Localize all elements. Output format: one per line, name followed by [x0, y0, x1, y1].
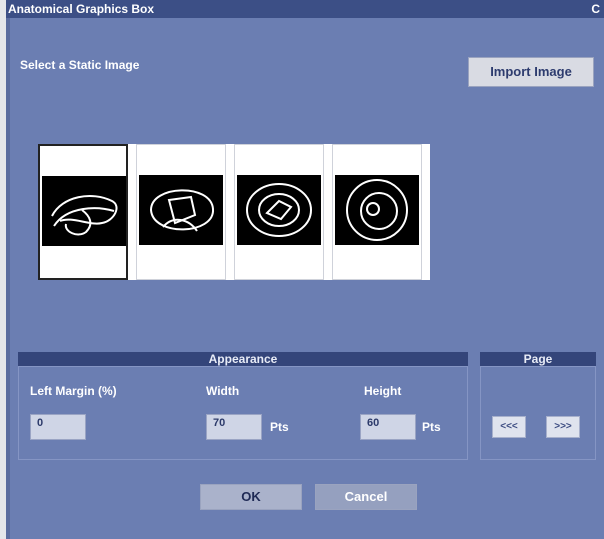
next-page-button[interactable]: >>>	[546, 416, 580, 438]
close-button[interactable]: C	[590, 0, 600, 18]
thumbnail-image	[237, 175, 321, 245]
image-gallery	[38, 144, 430, 280]
title-bar[interactable]: Anatomical Graphics Box C	[6, 0, 604, 18]
appearance-header: Appearance	[18, 352, 468, 366]
thumbnail-image	[139, 175, 223, 245]
height-unit: Pts	[422, 420, 441, 434]
select-image-label: Select a Static Image	[20, 58, 140, 72]
prev-page-button[interactable]: <<<	[492, 416, 526, 438]
cardiac-image-icon	[346, 179, 408, 241]
left-margin-label: Left Margin (%)	[30, 384, 117, 398]
cardiac-image-icon	[246, 183, 312, 237]
page-section	[480, 366, 596, 460]
ok-button[interactable]: OK	[200, 484, 302, 510]
cancel-button[interactable]: Cancel	[315, 484, 417, 510]
width-input[interactable]: 70	[206, 414, 262, 440]
height-label: Height	[364, 384, 402, 398]
height-input[interactable]: 60	[360, 414, 416, 440]
thumbnail-3[interactable]	[234, 144, 324, 280]
width-label: Width	[206, 384, 240, 398]
left-margin-input[interactable]: 0	[30, 414, 86, 440]
thumbnail-4[interactable]	[332, 144, 422, 280]
width-unit: Pts	[270, 420, 289, 434]
window-title: Anatomical Graphics Box	[8, 2, 155, 16]
anatomical-graphics-dialog: Anatomical Graphics Box C Select a Stati…	[6, 0, 604, 539]
cardiac-image-icon	[149, 189, 215, 232]
import-image-button[interactable]: Import Image	[468, 57, 594, 87]
thumbnail-image	[42, 176, 126, 246]
thumbnail-1[interactable]	[38, 144, 128, 280]
left-edge	[6, 18, 10, 539]
thumbnail-2[interactable]	[136, 144, 226, 280]
page-header: Page	[480, 352, 596, 366]
thumbnail-image	[335, 175, 419, 245]
cardiac-image-icon	[51, 195, 118, 236]
appearance-section	[18, 366, 468, 460]
